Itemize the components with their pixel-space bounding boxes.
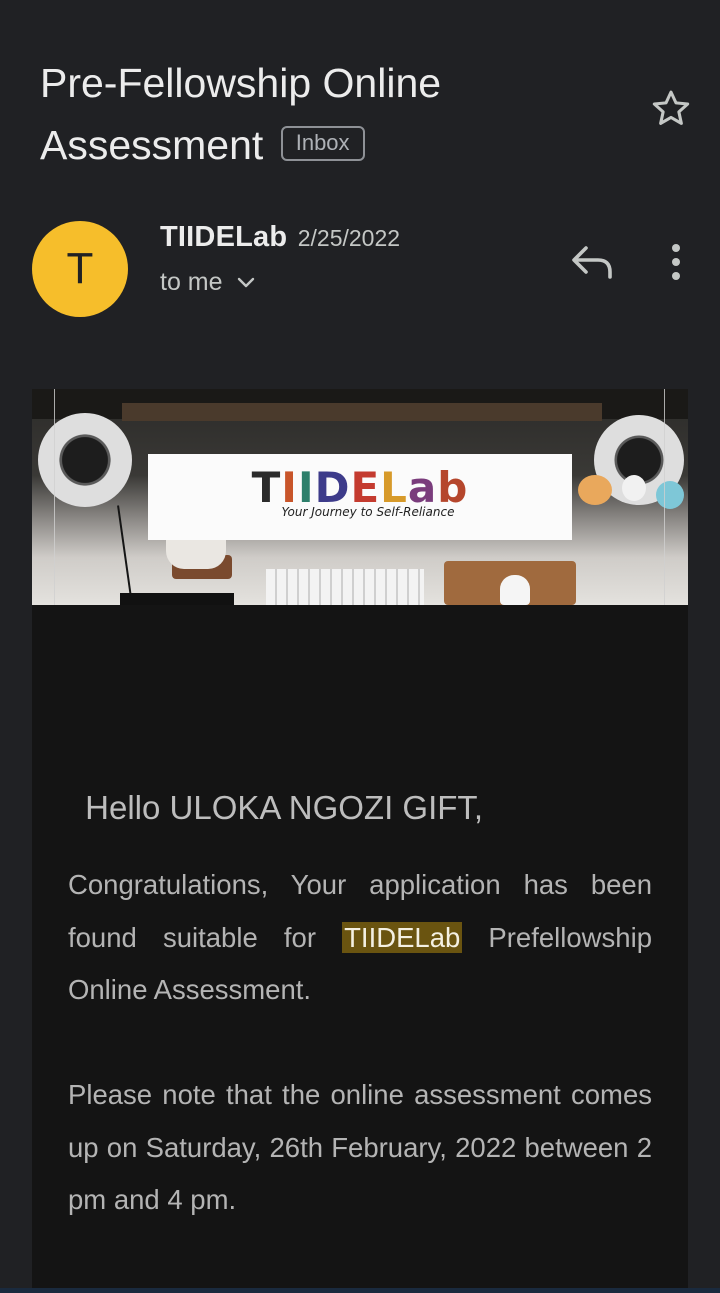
logo-letter: I [297,463,315,512]
star-outline-icon [652,90,690,125]
recipient-label: to me [160,268,223,296]
speaker-left [38,413,132,507]
inbox-label-badge[interactable]: Inbox [280,125,365,161]
logo-letter: D [314,463,351,512]
logo-tagline: Your Journey to Self-Reliance [281,505,455,519]
reply-button[interactable] [568,240,618,286]
paragraph-congratulations: Congratulations, Your application has be… [68,859,652,1017]
subject-line-1: Pre-Fellowship Online [40,60,442,106]
more-vert-icon [672,244,680,280]
sender-info: TIIDELab 2/25/2022 [160,221,400,254]
logo-letter: E [350,463,381,512]
logo-letter: L [380,463,408,512]
star-button[interactable] [648,86,694,132]
header-banner-image: TIIDELab Your Journey to Self-Reliance [32,389,688,605]
logo-letter: I [281,463,298,512]
logo-letter: b [437,463,469,512]
sender-name[interactable]: TIIDELab [160,221,287,253]
sender-avatar[interactable]: T [32,221,128,317]
recipient-details-toggle[interactable]: to me [160,268,255,297]
email-view: Pre-Fellowship Online Assessment Inbox T… [0,0,720,1293]
logo-wordmark: TIIDELab [252,466,469,510]
greeting-text: Hello ULOKA NGOZI GIFT, [76,789,484,826]
more-options-button[interactable] [660,240,692,284]
email-body: TIIDELab Your Journey to Self-Reliance H… [32,389,688,1293]
subject-line-2: Assessment [40,122,264,168]
email-date: 2/25/2022 [297,225,401,251]
email-subject: Pre-Fellowship Online Assessment Inbox [40,52,630,176]
bottom-bar [0,1288,720,1293]
tiidelab-logo: TIIDELab Your Journey to Self-Reliance [148,454,572,540]
paragraph-assessment-date: Please note that the online assessment c… [68,1079,652,1215]
logo-letter: a [407,463,438,512]
chevron-down-icon [237,277,254,287]
search-highlight: TIIDELab [342,921,463,953]
logo-letter: T [251,463,282,512]
reply-icon [572,246,612,279]
